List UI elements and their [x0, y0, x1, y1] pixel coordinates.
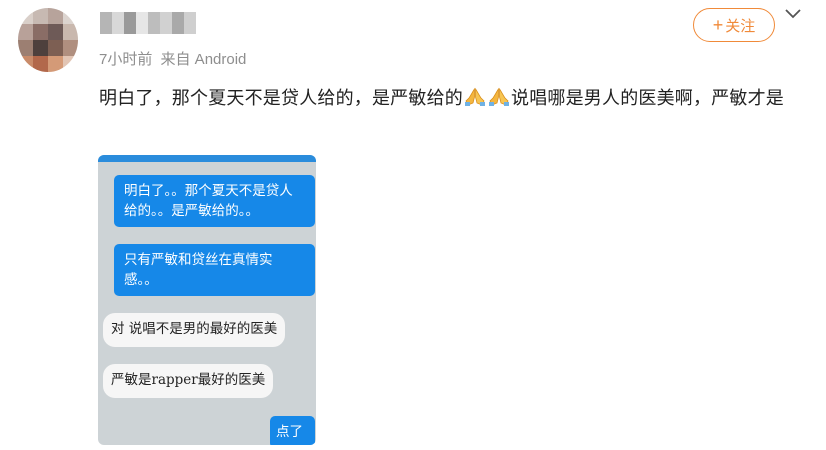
follow-button[interactable]: + 关注	[693, 8, 775, 42]
folded-hands-icon	[488, 87, 510, 107]
post-source: 来自 Android	[160, 51, 247, 68]
follow-label: 关注	[725, 17, 756, 35]
avatar[interactable]	[18, 8, 78, 72]
chat-bubble-received: 严敏是rapper最好的医美	[103, 364, 274, 398]
plus-icon: +	[712, 15, 724, 35]
post-meta: 7小时前 来自 Android	[99, 48, 246, 69]
chat-screenshot-image[interactable]: 明白了。。那个夏天不是贷人给的。。是严敏给的。。 只有严敏和贷丝在真情实感。。 …	[98, 155, 316, 445]
chevron-down-icon[interactable]	[782, 6, 804, 22]
chat-bubble-sent: 只有严敏和贷丝在真情实感。。	[114, 244, 315, 296]
chat-bubble-received: 对 说唱不是男的最好的医美	[103, 313, 286, 347]
post-time: 7小时前	[99, 51, 153, 68]
screenshot-top-bar	[98, 155, 316, 162]
chat-bubble-sent: 点了	[270, 416, 315, 445]
chat-bubble-sent: 明白了。。那个夏天不是贷人给的。。是严敏给的。。	[114, 175, 315, 227]
post-text: 明白了，那个夏天不是贷人给的，是严敏给的 说唱哪是男人的医美啊，严敏才是	[99, 84, 804, 113]
folded-hands-icon	[464, 87, 486, 107]
post-text-part2: 说唱哪是男人的医美啊，严敏才是	[511, 88, 784, 109]
username-redacted[interactable]	[100, 12, 196, 34]
post-text-part1: 明白了，那个夏天不是贷人给的，是严敏给的	[99, 88, 463, 109]
